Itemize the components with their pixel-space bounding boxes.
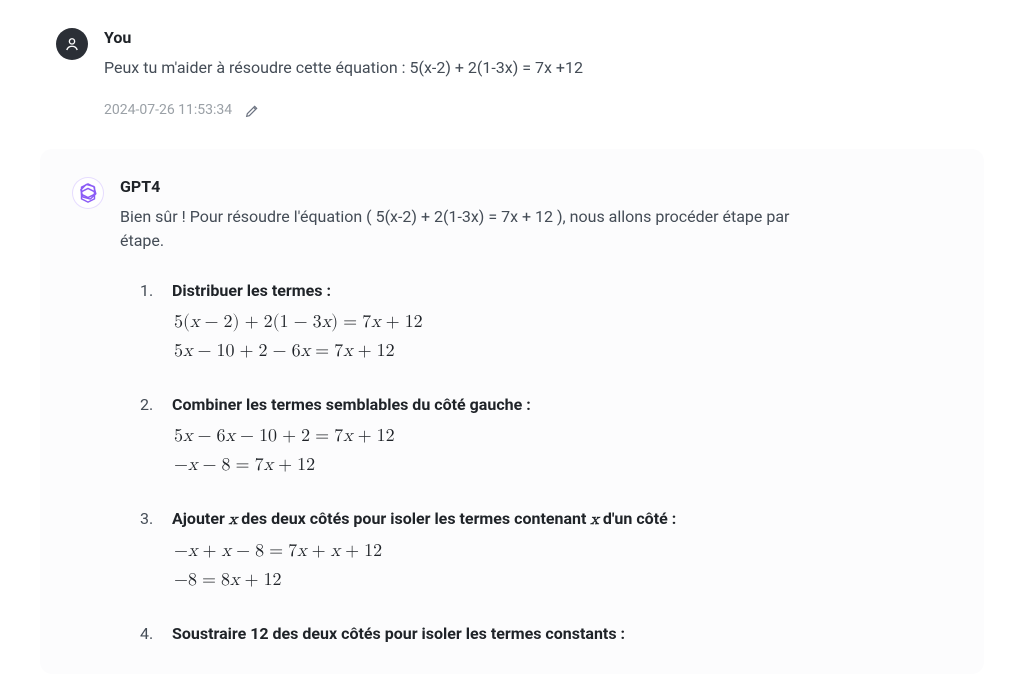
conversation: You Peux tu m'aider à résoudre cette équ… xyxy=(0,0,1024,674)
step-3-title-t0: Ajouter xyxy=(172,509,229,528)
step-1: Distribuer les termes : 5(x−2)+2(1−3x)=7… xyxy=(140,279,952,365)
user-message: You Peux tu m'aider à résoudre cette équ… xyxy=(40,20,984,121)
assistant-sender-label: GPT4 xyxy=(120,175,952,199)
pencil-icon xyxy=(244,103,260,119)
assistant-message: GPT4 Bien sûr ! Pour résoudre l'équation… xyxy=(40,149,984,674)
openai-logo-icon xyxy=(75,180,101,206)
user-message-text: Peux tu m'aider à résoudre cette équatio… xyxy=(104,56,968,80)
step-2: Combiner les termes semblables du côté g… xyxy=(140,393,952,479)
assistant-message-inner: GPT4 Bien sûr ! Pour résoudre l'équation… xyxy=(56,175,968,674)
step-3-title-t4: d'un côté : xyxy=(599,509,676,528)
step-1-eq-1: 5(x−2)+2(1−3x)=7x+12 xyxy=(174,309,952,336)
user-timestamp: 2024-07-26 11:53:34 xyxy=(104,100,232,121)
assistant-intro-text: Bien sûr ! Pour résoudre l'équation ( 5(… xyxy=(120,205,820,253)
step-1-title: Distribuer les termes : xyxy=(172,279,952,303)
steps-list: Distribuer les termes : 5(x−2)+2(1−3x)=7… xyxy=(120,279,952,646)
user-meta-row: 2024-07-26 11:53:34 xyxy=(104,100,968,121)
edit-button[interactable] xyxy=(244,103,260,119)
step-3-title-var2: x xyxy=(590,512,598,528)
step-2-eq-2: −x−8=7x+12 xyxy=(174,452,952,479)
assistant-avatar xyxy=(72,177,104,209)
step-3: Ajouter x des deux côtés pour isoler les… xyxy=(140,507,952,594)
user-message-body: You Peux tu m'aider à résoudre cette équ… xyxy=(104,26,968,121)
step-4-title: Soustraire 12 des deux côtés pour isoler… xyxy=(172,622,952,646)
person-icon xyxy=(63,35,81,53)
user-sender-label: You xyxy=(104,26,968,50)
step-3-title-var1: x xyxy=(229,512,237,528)
step-3-eq-2: −8=8x+12 xyxy=(174,567,952,594)
step-1-eq-2: 5x−10+2−6x=7x+12 xyxy=(174,338,952,365)
step-4: Soustraire 12 des deux côtés pour isoler… xyxy=(140,622,952,646)
assistant-message-body: GPT4 Bien sûr ! Pour résoudre l'équation… xyxy=(120,175,952,674)
step-3-title-t2: des deux côtés pour isoler les termes co… xyxy=(237,509,590,528)
step-3-eq-1: −x+x−8=7x+x+12 xyxy=(174,538,952,565)
step-2-title: Combiner les termes semblables du côté g… xyxy=(172,393,952,417)
step-3-title: Ajouter x des deux côtés pour isoler les… xyxy=(172,507,952,532)
user-avatar xyxy=(56,28,88,60)
step-2-eq-1: 5x−6x−10+2=7x+12 xyxy=(174,423,952,450)
